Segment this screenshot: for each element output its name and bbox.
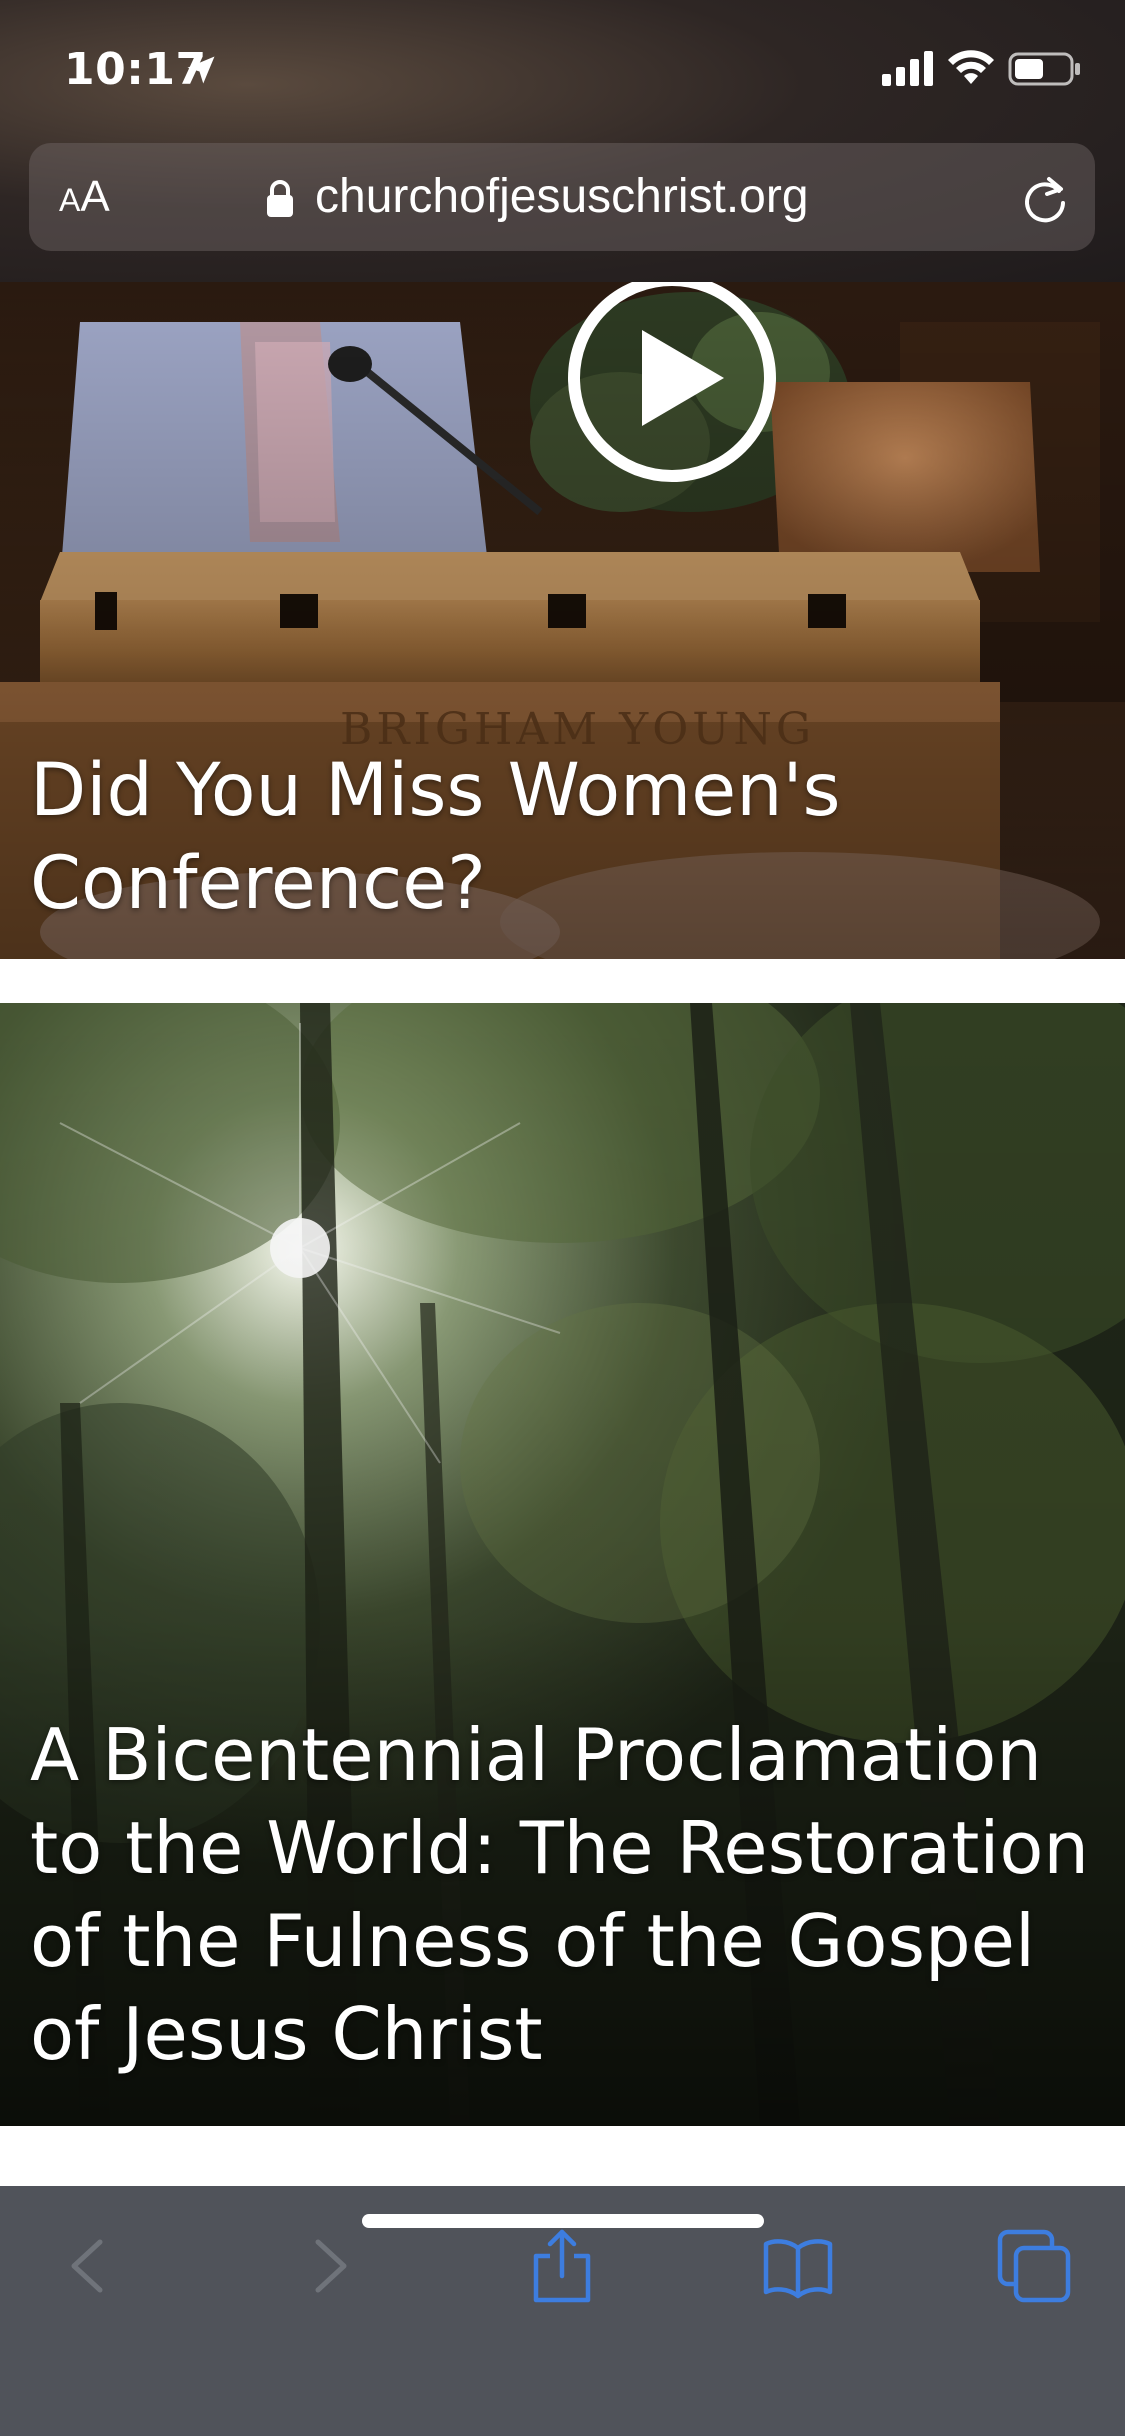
tabs-icon[interactable]	[994, 2226, 1074, 2306]
reader-text-size-button[interactable]: AA	[59, 169, 110, 235]
forward-icon[interactable]	[286, 2226, 366, 2306]
card-title[interactable]: Did You Miss Women's Conference?	[30, 744, 930, 930]
home-indicator	[362, 2214, 764, 2228]
back-icon[interactable]	[52, 2226, 132, 2306]
browser-top-chrome: 10:17 AA churchofjesuschrist.org	[0, 0, 1125, 282]
wifi-icon	[948, 50, 994, 84]
article-card-bicentennial-proclamation[interactable]: A Bicentennial Proclamation to the World…	[0, 1003, 1125, 2126]
play-video-icon[interactable]	[564, 282, 780, 486]
bookmarks-icon[interactable]	[758, 2226, 838, 2306]
phone-screen: 10:17 AA churchofjesuschrist.org Did You…	[0, 0, 1125, 2436]
card-title[interactable]: A Bicentennial Proclamation to the World…	[30, 1709, 1095, 2081]
battery-icon	[1008, 52, 1080, 86]
address-bar[interactable]: AA churchofjesuschrist.org	[29, 143, 1095, 251]
lock-icon	[267, 180, 293, 217]
reload-icon[interactable]	[1019, 173, 1071, 225]
aa-small-letter: A	[59, 182, 81, 218]
share-icon[interactable]	[522, 2226, 602, 2306]
article-card-womens-conference[interactable]: BRIGHAM YOUNG Did You Miss Women's Confe…	[0, 282, 1125, 959]
url-text[interactable]: churchofjesuschrist.org	[315, 167, 809, 227]
location-arrow-icon	[187, 56, 215, 84]
aa-big-letter: A	[80, 172, 110, 221]
cellular-signal-icon	[882, 51, 933, 86]
